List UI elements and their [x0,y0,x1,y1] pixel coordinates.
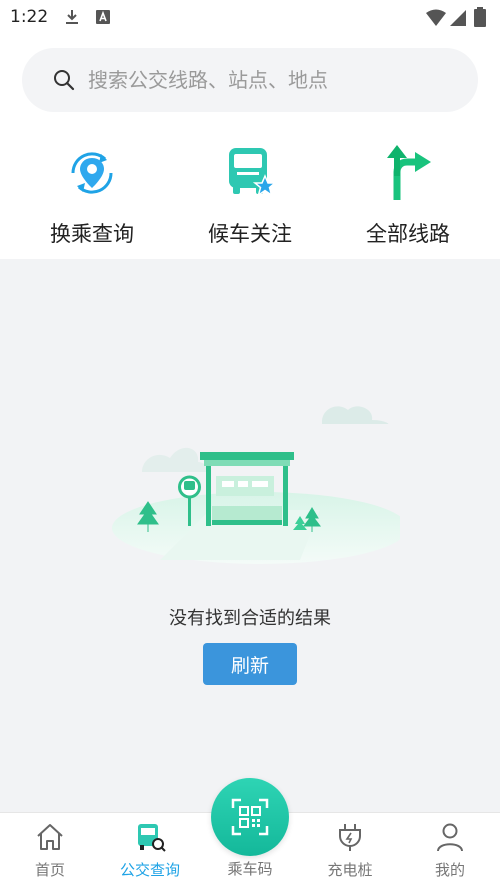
font-a-icon [96,10,110,24]
signal-icon [450,10,466,26]
bus-watch-label: 候车关注 [208,222,292,246]
home-icon [37,824,63,850]
nav-item-charging[interactable]: 充电桩 [300,813,400,888]
route-arrows-icon [387,145,431,200]
transfer-location-icon [71,152,113,194]
search-icon [54,70,75,91]
nav-item-bus-query[interactable]: 公交查询 [100,813,200,888]
nav-label-home: 首页 [34,861,65,879]
transfer-query-label: 换乘查询 [50,222,134,246]
all-routes-label: 全部线路 [366,222,450,246]
refresh-button[interactable]: 刷新 [203,643,297,685]
qr-code-icon [231,798,269,836]
user-icon [437,823,463,852]
transfer-query-button[interactable]: 换乘查询 [12,142,172,252]
ride-code-button[interactable] [211,778,289,856]
empty-state-message: 没有找到合适的结果 [169,608,331,629]
status-time: 1:22 [10,7,49,27]
top-section: 换乘查询 候车关注 全部线路 [0,34,500,259]
wifi-icon [426,9,446,26]
empty-bus-stop-illustration [112,406,400,564]
nav-item-profile[interactable]: 我的 [400,813,500,888]
nav-label-profile: 我的 [434,861,465,879]
search-input[interactable] [88,62,418,98]
charging-plug-icon [339,824,361,851]
battery-icon [474,7,486,27]
status-bar: 1:22 [0,0,500,34]
search-bar[interactable] [22,48,478,112]
bus-favorite-icon [229,148,278,197]
nav-label-bus-query: 公交查询 [119,861,180,879]
bus-search-icon [138,824,166,852]
download-icon [66,10,78,24]
nav-label-ride-code[interactable]: 乘车码 [200,858,300,879]
nav-label-charging: 充电桩 [327,861,373,879]
nav-item-home[interactable]: 首页 [0,813,100,888]
all-routes-button[interactable]: 全部线路 [328,142,488,252]
bus-watch-button[interactable]: 候车关注 [170,142,330,252]
